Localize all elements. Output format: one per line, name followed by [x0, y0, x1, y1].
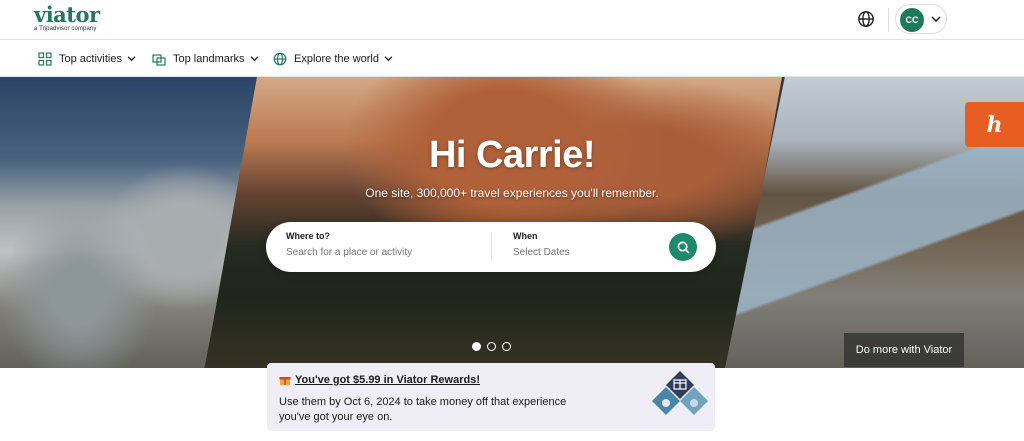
nav-top-landmarks[interactable]: Top landmarks [152, 50, 259, 68]
chevron-down-icon [931, 16, 941, 23]
rewards-description: Use them by Oct 6, 2024 to take money of… [279, 396, 567, 423]
where-field[interactable]: Where to? [286, 231, 446, 260]
logo-wordmark: viator [34, 2, 100, 27]
gift-icon [279, 377, 291, 385]
dates-input[interactable] [513, 247, 643, 258]
viator-logo[interactable]: viator a Tripadvisor company [34, 2, 100, 32]
logo-tagline: a Tripadvisor company [34, 26, 97, 32]
hero-banner: Hi Carrie! One site, 300,000+ travel exp… [0, 77, 1024, 368]
search-button[interactable] [669, 233, 697, 261]
rewards-title-link[interactable]: You've got $5.99 in Viator Rewards! [295, 374, 480, 386]
do-more-button[interactable]: Do more with Viator [844, 333, 964, 367]
honey-logo: h [986, 111, 1003, 138]
nav-item-label: Top landmarks [173, 53, 245, 65]
globe-icon[interactable] [857, 10, 875, 28]
account-menu-button[interactable]: CC [895, 4, 947, 34]
category-nav: Top activities Top landmarks Explore the… [0, 41, 1024, 77]
avatar: CC [900, 8, 924, 32]
top-header: viator a Tripadvisor company CC [0, 0, 1024, 40]
carousel-dots [472, 342, 511, 351]
carousel-dot-1[interactable] [472, 342, 481, 351]
when-field[interactable]: When [513, 231, 643, 260]
where-input[interactable] [286, 247, 446, 258]
carousel-dot-2[interactable] [487, 342, 496, 351]
chevron-down-icon [384, 56, 393, 62]
where-label: Where to? [286, 231, 330, 241]
chevron-down-icon [250, 56, 258, 62]
rewards-illustration [652, 371, 708, 415]
hero-subtitle: One site, 300,000+ travel experiences yo… [365, 186, 659, 200]
carousel-dot-3[interactable] [502, 342, 511, 351]
nav-item-label: Top activities [59, 53, 122, 65]
grid-icon [38, 52, 52, 66]
hero-title: Hi Carrie! [428, 134, 596, 176]
globe-icon [273, 52, 287, 66]
search-bar: Where to? When [266, 222, 716, 272]
nav-explore-world[interactable]: Explore the world [273, 50, 393, 68]
rewards-header: You've got $5.99 in Viator Rewards! [279, 374, 480, 386]
rewards-banner: You've got $5.99 in Viator Rewards! Use … [267, 363, 715, 431]
search-divider [491, 233, 492, 261]
chevron-down-icon [127, 56, 136, 62]
honey-extension-tab[interactable]: h [965, 102, 1024, 147]
search-icon [677, 241, 690, 254]
when-label: When [513, 231, 538, 241]
header-divider [888, 8, 889, 32]
landmark-icon [152, 54, 166, 66]
nav-top-activities[interactable]: Top activities [38, 50, 136, 68]
nav-item-label: Explore the world [294, 53, 379, 65]
